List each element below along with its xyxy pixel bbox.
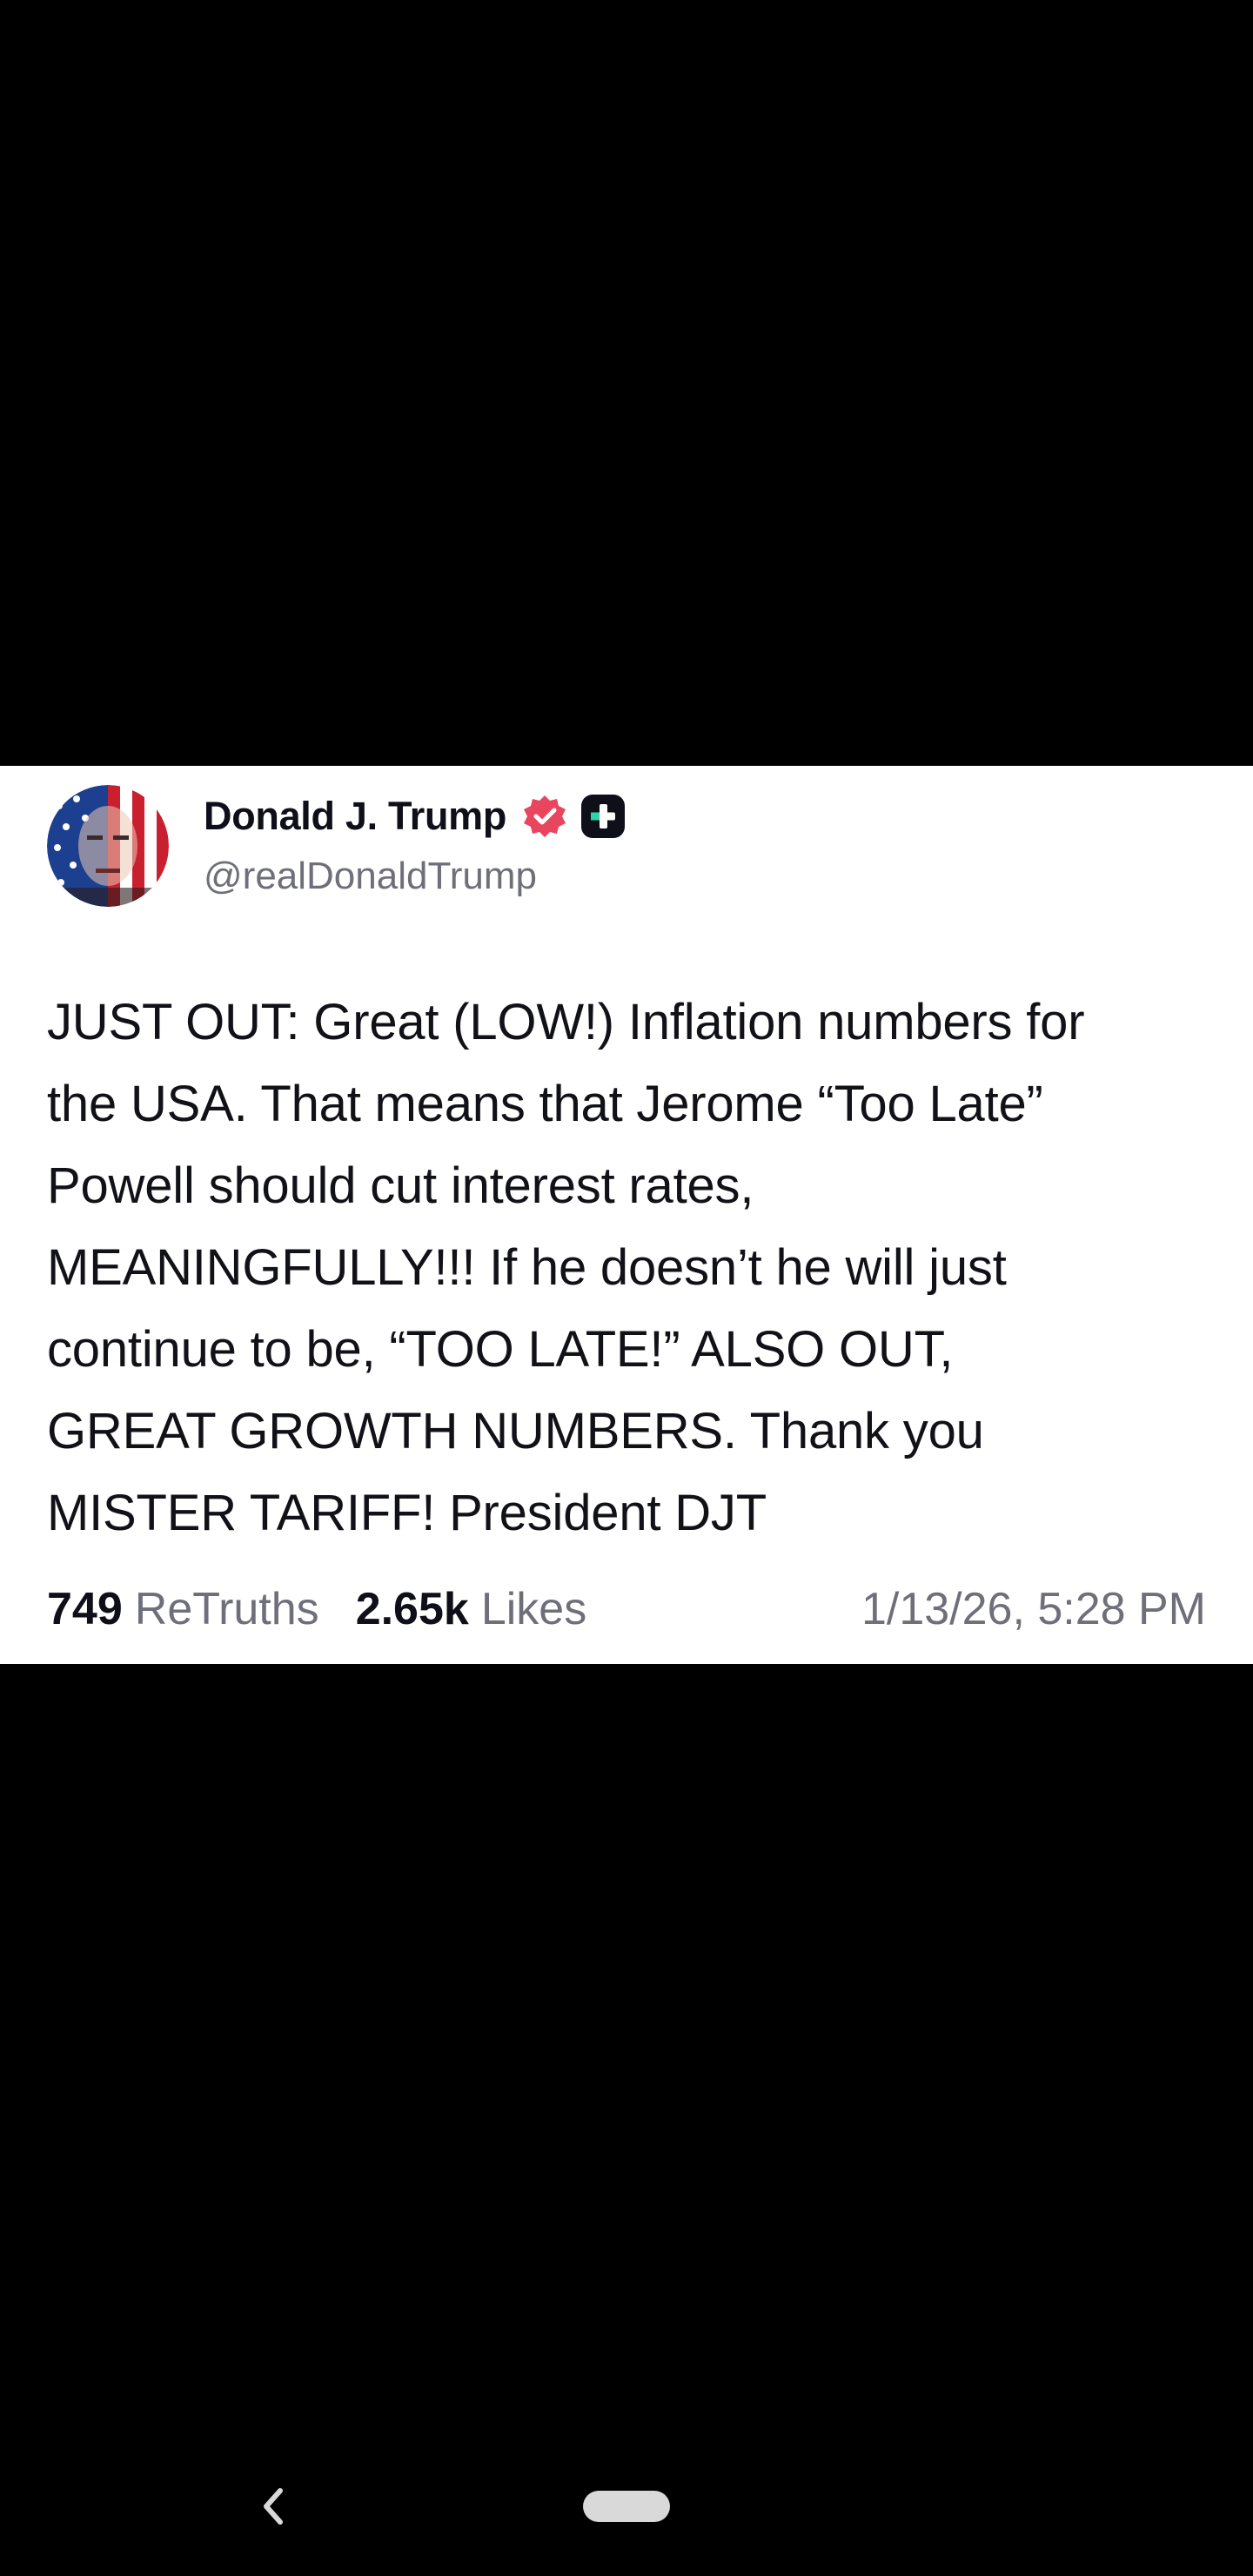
plus-badge-icon <box>580 793 626 840</box>
backdrop-bottom <box>0 1664 1253 2576</box>
post-body: JUST OUT: Great (LOW!) Inflation numbers… <box>47 994 1085 1541</box>
verified-icon <box>520 792 569 841</box>
author-handle[interactable]: @realDonaldTrump <box>204 855 537 898</box>
retruths-stat[interactable]: 749 ReTruths <box>47 1583 319 1635</box>
home-pill[interactable] <box>583 2491 670 2522</box>
system-nav-bar <box>0 2454 1253 2576</box>
retruths-label: ReTruths <box>134 1584 319 1634</box>
avatar[interactable] <box>47 785 169 907</box>
back-icon[interactable] <box>252 2480 294 2532</box>
backdrop-top <box>0 0 1253 766</box>
post-stats: 749 ReTruths 2.65k Likes 1/13/26, 5:28 P… <box>47 1579 1206 1640</box>
likes-label: Likes <box>480 1584 587 1634</box>
author-row: Donald J. Trump <box>204 788 626 844</box>
retruths-count: 749 <box>47 1584 123 1634</box>
post-timestamp: 1/13/26, 5:28 PM <box>861 1584 1206 1634</box>
likes-stat[interactable]: 2.65k Likes <box>356 1583 587 1635</box>
author-display-name[interactable]: Donald J. Trump <box>204 794 506 839</box>
likes-count: 2.65k <box>355 1584 469 1634</box>
